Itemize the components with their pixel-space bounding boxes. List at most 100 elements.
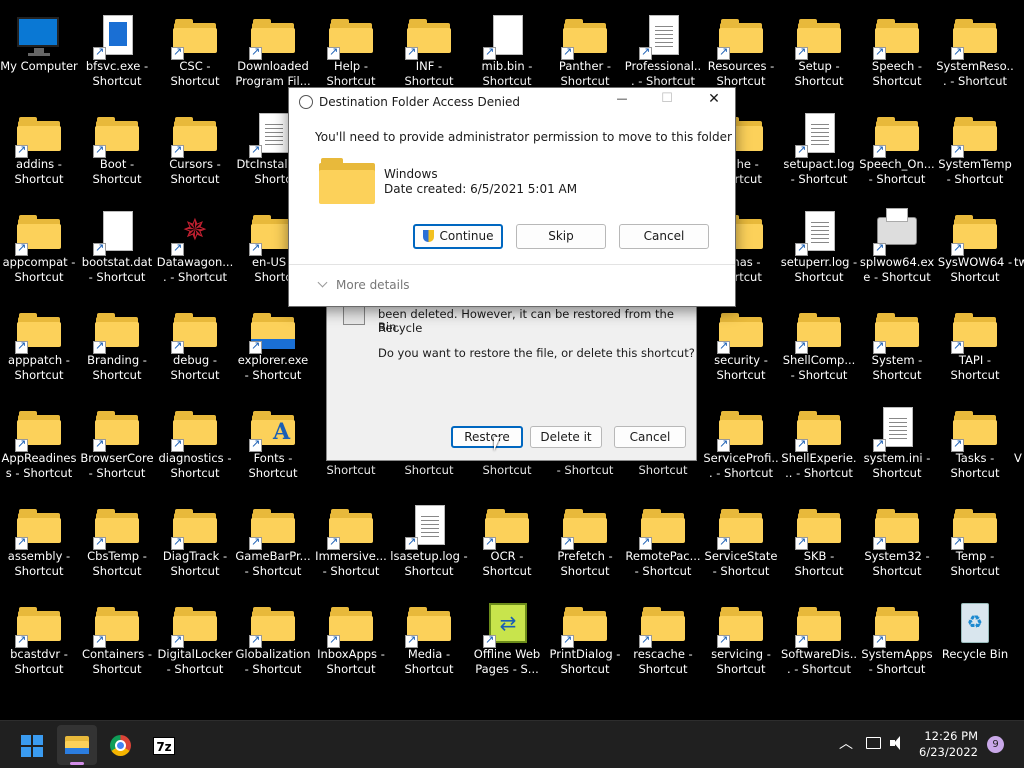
cancel-button[interactable]: Cancel — [614, 426, 686, 448]
desktop-icon-label: ServiceState - Shortcut — [704, 549, 778, 578]
folder-icon — [873, 309, 919, 354]
desktop-icon[interactable]: SoftwareDis... - Shortcut — [780, 596, 858, 692]
folder-icon — [327, 505, 373, 550]
desktop-icon[interactable]: BrowserCore - Shortcut — [78, 400, 156, 496]
desktop-icon[interactable]: ShellComp... - Shortcut — [780, 302, 858, 398]
desktop-icon[interactable]: Containers - Shortcut — [78, 596, 156, 692]
file-explorer-button[interactable] — [57, 725, 97, 765]
folder-icon — [171, 113, 217, 158]
desktop-icon-label: mib.bin - Shortcut — [481, 59, 533, 88]
desktop-icon[interactable]: SystemReso... - Shortcut — [936, 8, 1014, 104]
7zip-button[interactable]: 7z — [144, 725, 184, 765]
clock[interactable]: 12:26 PM 6/23/2022 — [912, 728, 978, 760]
desktop-icon[interactable]: rescache - Shortcut — [624, 596, 702, 692]
chevron-down-icon — [317, 277, 328, 288]
desktop-icon[interactable]: splwow64.exe - Shortcut — [858, 204, 936, 300]
folder-icon — [171, 309, 217, 354]
desktop-icon[interactable]: SystemTemp - Shortcut — [936, 106, 1014, 202]
folder-date: Date created: 6/5/2021 5:01 AM — [384, 182, 578, 196]
chrome-button[interactable] — [100, 725, 140, 765]
desktop-icon-label: PrintDialog - Shortcut — [549, 647, 621, 676]
cancel-button[interactable]: Cancel — [619, 224, 709, 249]
folder-icon — [249, 505, 295, 550]
desktop-icon[interactable]: InboxApps - Shortcut — [312, 596, 390, 692]
folder-icon — [795, 15, 841, 60]
desktop-icon[interactable]: Prefetch - Shortcut — [546, 498, 624, 594]
desktop-icon[interactable]: TAPI - Shortcut — [936, 302, 1014, 398]
volume-icon[interactable] — [890, 736, 906, 750]
desktop-icon[interactable]: Speech - Shortcut — [858, 8, 936, 104]
desktop-icon[interactable]: Boot - Shortcut — [78, 106, 156, 202]
desktop-icon[interactable]: SysWOW64 - Shortcut — [936, 204, 1014, 300]
desktop-icon-label: My Computer — [0, 59, 78, 73]
network-icon[interactable] — [866, 737, 881, 749]
minimize-button[interactable]: — — [607, 92, 637, 112]
desktop-icon[interactable]: ✵Datawagon.... - Shortcut — [156, 204, 234, 300]
desktop-icon[interactable]: Speech_On... - Shortcut — [858, 106, 936, 202]
desktop-icon[interactable]: Cursors - Shortcut — [156, 106, 234, 202]
desktop-icon[interactable]: GameBarPr... - Shortcut — [234, 498, 312, 594]
desktop-icon[interactable]: bcastdvr - Shortcut — [0, 596, 78, 692]
desktop-icon[interactable]: ServiceState - Shortcut — [702, 498, 780, 594]
desktop-icon[interactable]: OCR - Shortcut — [468, 498, 546, 594]
desktop-icon-label: Datawagon.... - Shortcut — [156, 255, 234, 284]
folder-icon — [15, 211, 61, 256]
desktop-icon[interactable]: AppReadiness - Shortcut — [0, 400, 78, 496]
desktop-icon-label: bcastdvr - Shortcut — [10, 647, 68, 676]
desktop-icon[interactable]: security - Shortcut — [702, 302, 780, 398]
more-details-toggle[interactable]: More details — [317, 277, 410, 296]
desktop-icon[interactable]: Branding - Shortcut — [78, 302, 156, 398]
desktop-icon[interactable]: assembly - Shortcut — [0, 498, 78, 594]
desktop-icon[interactable]: DigitalLocker - Shortcut — [156, 596, 234, 692]
taskbar: 7z ︿ 12:26 PM 6/23/2022 9 — [0, 720, 1024, 768]
desktop-icon[interactable]: debug - Shortcut — [156, 302, 234, 398]
desktop-icon[interactable]: Setup - Shortcut — [780, 8, 858, 104]
desktop-icon[interactable]: CSC - Shortcut — [156, 8, 234, 104]
desktop-icon[interactable]: Globalization - Shortcut — [234, 596, 312, 692]
desktop-icon-label: rescache - Shortcut — [633, 647, 693, 676]
desktop-icon[interactable]: RemotePac... - Shortcut — [624, 498, 702, 594]
desktop-icon[interactable]: appcompat - Shortcut — [0, 204, 78, 300]
desktop-icon[interactable]: ⇄Offline Web Pages - S... — [468, 596, 546, 692]
desktop-icon[interactable]: System - Shortcut — [858, 302, 936, 398]
desktop-icon[interactable]: lsasetup.log - Shortcut — [390, 498, 468, 594]
desktop-icon-label: Recycle Bin — [941, 647, 1009, 661]
folder-icon — [15, 407, 61, 452]
desktop-icon[interactable]: system.ini - Shortcut — [858, 400, 936, 496]
desktop-icon-label: DigitalLocker - Shortcut — [157, 647, 233, 676]
start-button[interactable] — [12, 725, 52, 765]
desktop-icon[interactable]: My Computer — [0, 8, 78, 104]
desktop-icon[interactable]: Media - Shortcut — [390, 596, 468, 692]
desktop-icon[interactable]: ♻ Recycle Bin — [936, 596, 1014, 692]
desktop-icon[interactable]: servicing - Shortcut — [702, 596, 780, 692]
desktop-icon[interactable]: explorer.exe - Shortcut — [234, 302, 312, 398]
skip-button[interactable]: Skip — [516, 224, 606, 249]
desktop-icon[interactable]: CbsTemp - Shortcut — [78, 498, 156, 594]
desktop-icon[interactable]: setuperr.log - Shortcut — [780, 204, 858, 300]
close-button[interactable]: ✕ — [699, 91, 729, 111]
desktop-icon[interactable]: diagnostics - Shortcut — [156, 400, 234, 496]
desktop-icon[interactable]: PrintDialog - Shortcut — [546, 596, 624, 692]
desktop-icon[interactable]: Tasks - Shortcut — [936, 400, 1014, 496]
desktop-icon[interactable]: SKB - Shortcut — [780, 498, 858, 594]
desktop-icon[interactable]: System32 - Shortcut — [858, 498, 936, 594]
desktop-icon[interactable]: bfsvc.exe - Shortcut — [78, 8, 156, 104]
maximize-button[interactable]: ☐ — [652, 91, 682, 111]
desktop-icon[interactable]: addins - Shortcut — [0, 106, 78, 202]
desktop-icon[interactable]: Immersive... - Shortcut — [312, 498, 390, 594]
desktop-icon[interactable]: AFonts - Shortcut — [234, 400, 312, 496]
delete-it-button[interactable]: Delete it — [530, 426, 602, 448]
desktop-icon[interactable]: ShellExperie... - Shortcut — [780, 400, 858, 496]
continue-button[interactable]: Continue — [413, 224, 503, 249]
desktop-icon[interactable]: Temp - Shortcut — [936, 498, 1014, 594]
desktop-icon[interactable]: DiagTrack - Shortcut — [156, 498, 234, 594]
desktop-icon[interactable]: bootstat.dat - Shortcut — [78, 204, 156, 300]
notification-badge[interactable]: 9 — [987, 736, 1004, 753]
show-hidden-icons-button[interactable]: ︿ — [836, 733, 856, 755]
file-explorer-icon — [65, 736, 89, 754]
desktop-icon[interactable]: setupact.log - Shortcut — [780, 106, 858, 202]
desktop-icon[interactable]: apppatch - Shortcut — [0, 302, 78, 398]
desktop-icon[interactable]: ServiceProfi... - Shortcut — [702, 400, 780, 496]
desktop-icon[interactable]: SystemApps - Shortcut — [858, 596, 936, 692]
restore-button[interactable]: Restore — [451, 426, 523, 448]
